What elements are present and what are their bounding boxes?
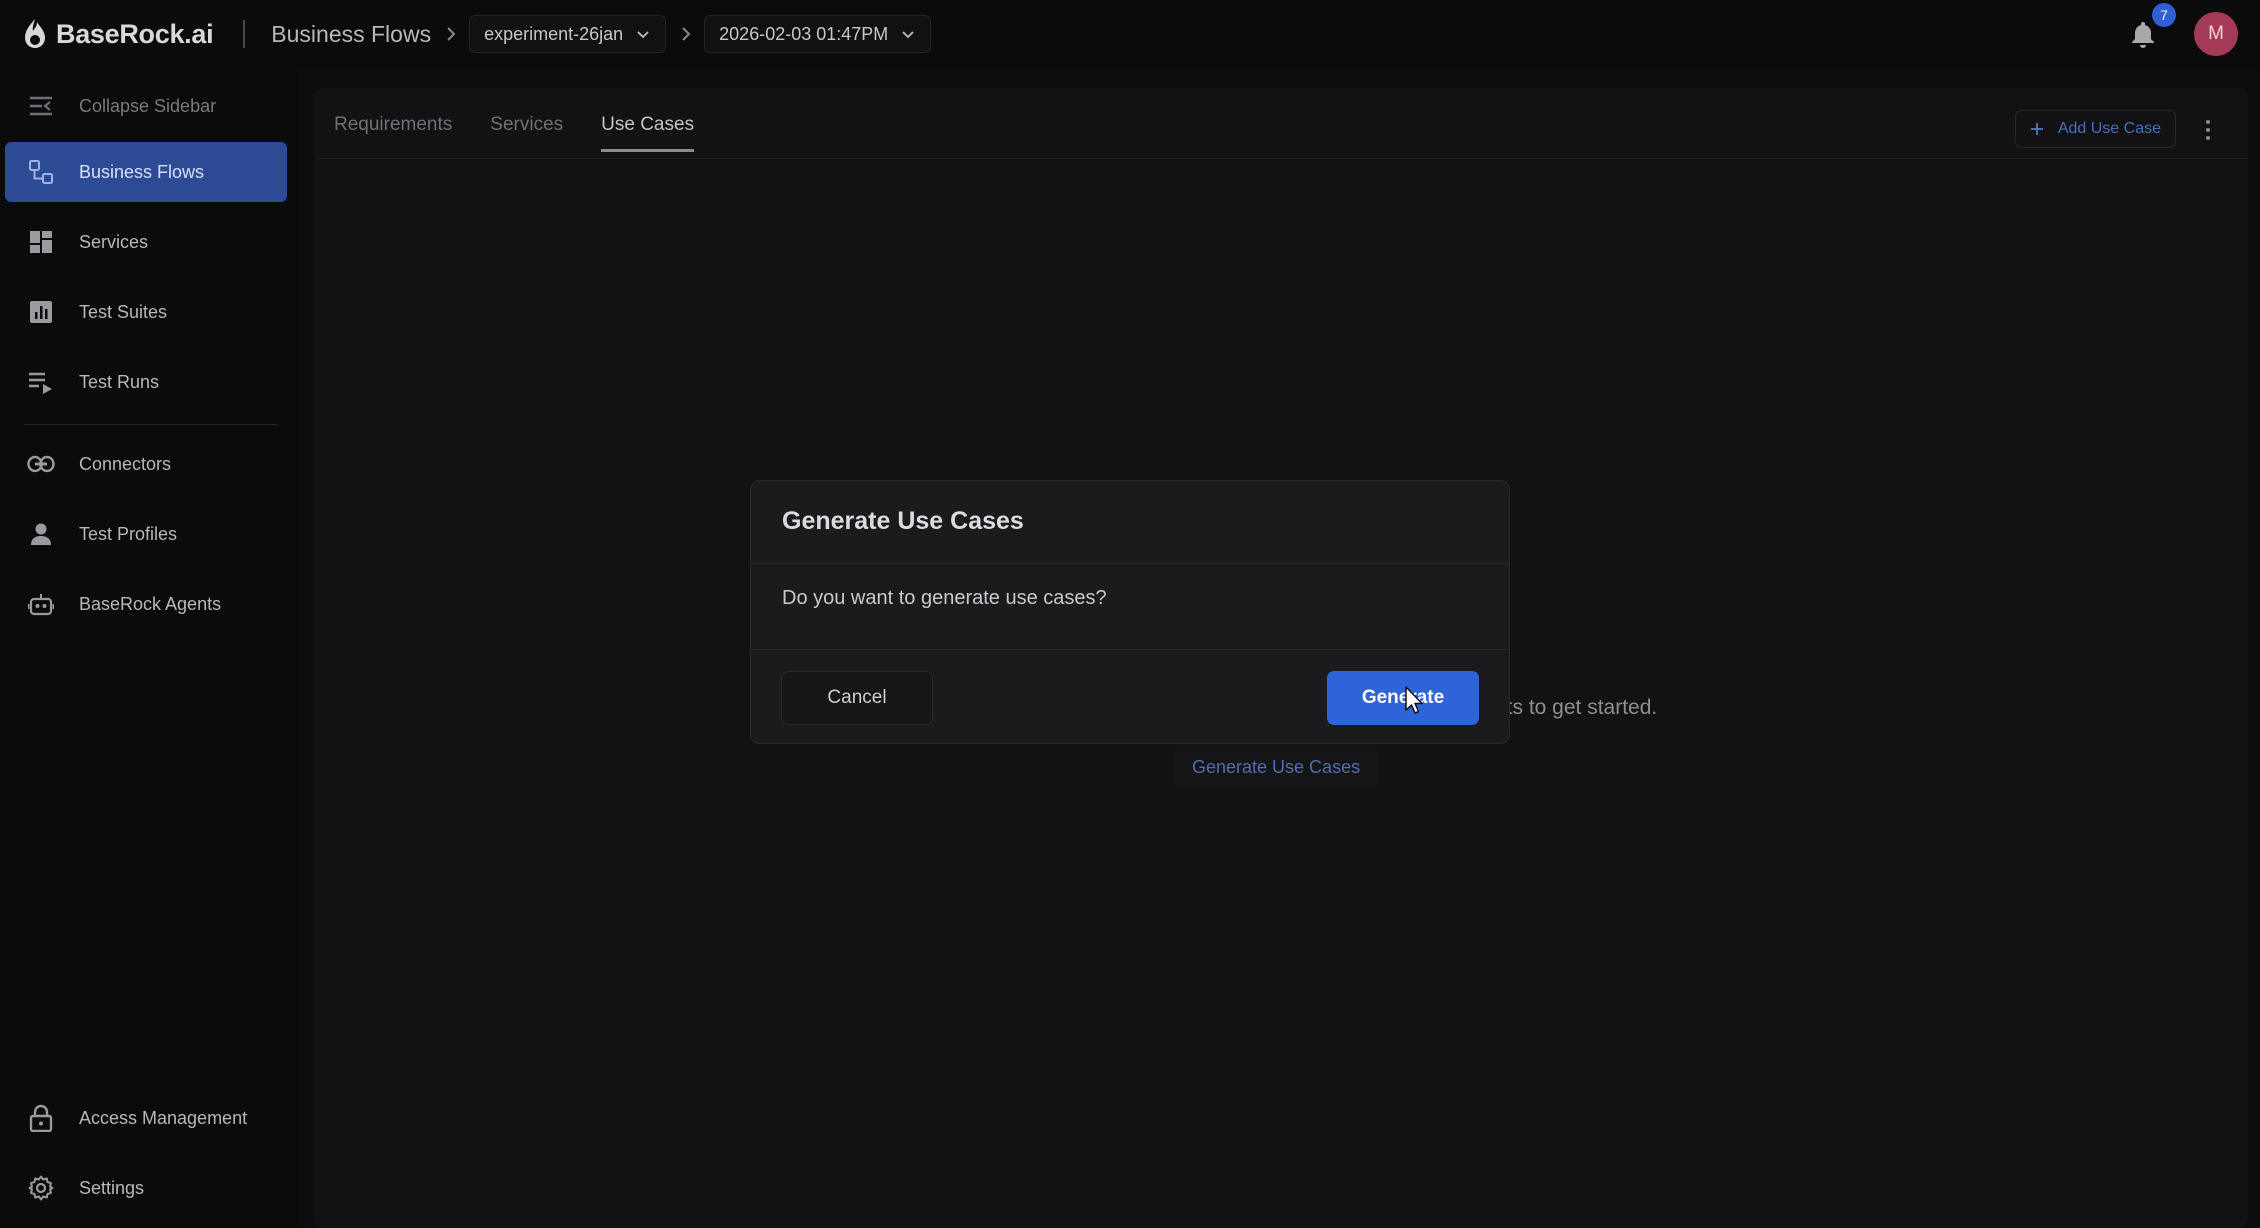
chevron-down-icon xyxy=(637,31,649,39)
tab-bar: Requirements Services Use Cases xyxy=(334,114,694,152)
lock-icon xyxy=(27,1104,55,1132)
sidebar-item-label: BaseRock Agents xyxy=(79,593,222,614)
notification-badge: 7 xyxy=(2152,3,2176,27)
dialog-message: Do you want to generate use cases? xyxy=(782,587,1107,609)
sidebar-item-label: Test Runs xyxy=(79,371,160,392)
collapse-sidebar-label: Collapse Sidebar xyxy=(79,95,217,116)
chart-icon xyxy=(27,298,55,326)
list-play-icon xyxy=(27,368,55,396)
sidebar-item-baserock-agents[interactable]: BaseRock Agents xyxy=(5,574,287,634)
mouse-cursor-icon xyxy=(1405,686,1423,714)
dialog-footer-divider xyxy=(751,649,1509,650)
sidebar-item-label: Test Profiles xyxy=(79,523,178,544)
sidebar-item-connectors[interactable]: Connectors xyxy=(5,434,287,494)
tab-requirements[interactable]: Requirements xyxy=(334,114,452,152)
sidebar-item-settings[interactable]: Settings xyxy=(5,1158,287,1218)
notifications-button[interactable]: 7 xyxy=(2128,3,2176,49)
dialog-divider xyxy=(751,563,1509,564)
breadcrumb-business-flows[interactable]: Business Flows xyxy=(271,21,431,48)
cancel-button[interactable]: Cancel xyxy=(781,671,933,725)
empty-state-text: its to get started. xyxy=(1502,696,1658,719)
generate-use-cases-button[interactable]: Generate Use Cases xyxy=(1174,746,1379,788)
collapse-sidebar-icon xyxy=(27,92,55,120)
robot-icon xyxy=(27,590,55,618)
flows-icon xyxy=(27,158,55,186)
chevron-down-icon xyxy=(902,31,914,39)
grid-icon xyxy=(27,228,55,256)
generate-use-cases-dialog: Generate Use Cases Do you want to genera… xyxy=(750,480,1510,744)
sidebar-item-label: Connectors xyxy=(79,453,172,474)
sidebar-item-access-management[interactable]: Access Management xyxy=(5,1088,287,1148)
tabs-divider xyxy=(314,158,2248,159)
person-icon xyxy=(27,520,55,548)
sidebar-divider xyxy=(24,424,278,425)
add-use-case-label: Add Use Case xyxy=(2057,120,2161,137)
generate-button[interactable]: Generate xyxy=(1327,671,1479,725)
add-use-case-button[interactable]: Add Use Case xyxy=(2014,110,2176,148)
avatar[interactable]: M xyxy=(2194,12,2238,56)
top-bar: BaseRock.ai Business Flows experiment-26… xyxy=(0,0,2260,68)
run-select[interactable]: 2026-02-03 01:47PM xyxy=(704,15,932,53)
sidebar: Collapse Sidebar Business Flows Services… xyxy=(0,68,298,1228)
link-icon xyxy=(27,450,55,478)
collapse-sidebar-button[interactable]: Collapse Sidebar xyxy=(5,76,287,136)
sidebar-item-services[interactable]: Services xyxy=(5,212,287,272)
project-select[interactable]: experiment-26jan xyxy=(469,15,667,53)
chevron-right-icon xyxy=(682,27,691,41)
sidebar-item-label: Test Suites xyxy=(79,301,168,322)
chevron-right-icon xyxy=(447,27,456,41)
header-divider xyxy=(243,20,246,48)
plus-icon xyxy=(2030,123,2043,135)
sidebar-item-label: Services xyxy=(79,231,149,252)
sidebar-item-label: Access Management xyxy=(79,1107,248,1128)
header-actions: 7 M xyxy=(2128,0,2238,68)
more-options-icon[interactable] xyxy=(2198,116,2218,144)
brand-name: BaseRock.ai xyxy=(56,18,214,49)
run-select-value: 2026-02-03 01:47PM xyxy=(719,23,889,44)
baserock-logo-icon xyxy=(25,19,45,48)
bell-icon xyxy=(2132,22,2154,48)
sidebar-item-business-flows[interactable]: Business Flows xyxy=(5,142,287,202)
sidebar-item-label: Settings xyxy=(79,1177,145,1198)
tab-use-cases[interactable]: Use Cases xyxy=(601,114,694,152)
sidebar-item-test-suites[interactable]: Test Suites xyxy=(5,282,287,342)
brand-logo[interactable]: BaseRock.ai xyxy=(22,17,214,51)
dialog-title: Generate Use Cases xyxy=(782,507,1024,535)
sidebar-item-label: Business Flows xyxy=(79,161,205,182)
sidebar-item-test-profiles[interactable]: Test Profiles xyxy=(5,504,287,564)
sidebar-item-test-runs[interactable]: Test Runs xyxy=(5,352,287,412)
project-select-value: experiment-26jan xyxy=(484,23,624,44)
tab-services[interactable]: Services xyxy=(490,114,563,152)
gear-icon xyxy=(27,1174,55,1202)
